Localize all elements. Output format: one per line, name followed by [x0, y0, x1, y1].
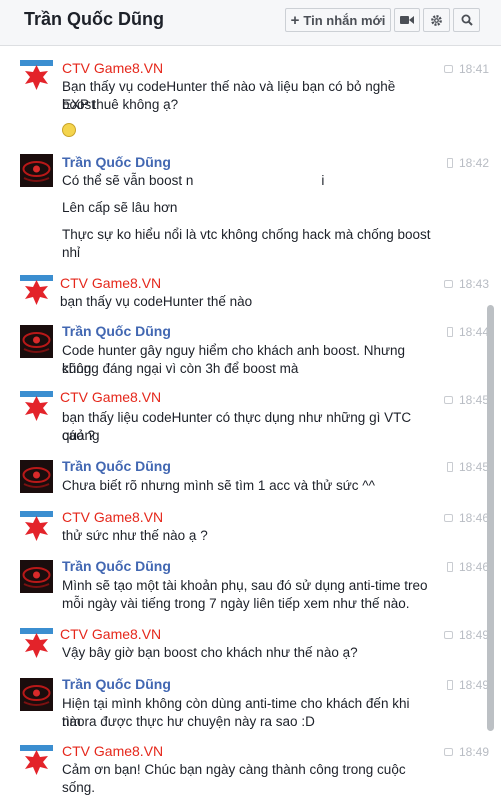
- sender-name[interactable]: CTV Game8.VN: [62, 743, 163, 759]
- message-text: Mình sẽ tạo một tài khoản phụ, sau đó sử…: [62, 578, 428, 593]
- sender-name[interactable]: Trần Quốc Dũng: [62, 558, 171, 574]
- message-time: 18:46: [446, 560, 489, 574]
- video-call-button[interactable]: [394, 8, 420, 32]
- conversation-header: Trần Quốc Dũng + Tin nhắn mới: [0, 0, 501, 46]
- phone-icon: [446, 680, 453, 690]
- tqd-avatar: [20, 154, 53, 187]
- sender-name[interactable]: CTV Game8.VN: [60, 275, 161, 291]
- video-camera-icon: [400, 16, 414, 24]
- chat-icon: [443, 631, 453, 639]
- message-time: 18:43: [443, 277, 489, 291]
- chat-icon: [443, 396, 453, 404]
- message-text: Có thể sẽ vẫn boost ni: [62, 173, 325, 188]
- chat-icon: [443, 514, 453, 522]
- sender-name[interactable]: Trần Quốc Dũng: [62, 676, 171, 692]
- message-time: 18:42: [446, 156, 489, 170]
- phone-icon: [446, 562, 453, 572]
- message-text: bạn thấy vụ codeHunter thế nào: [60, 294, 253, 309]
- search-icon: [461, 14, 473, 26]
- new-message-button[interactable]: + Tin nhắn mới: [285, 8, 391, 32]
- ctv-avatar: [20, 60, 53, 93]
- ctv-avatar: [20, 628, 53, 661]
- chat-icon: [443, 65, 453, 73]
- message-time: 18:49: [443, 628, 489, 642]
- message-text: Cảm ơn bạn! Chúc bạn ngày càng thành côn…: [62, 762, 406, 795]
- message-text: Chưa biết rõ nhưng mình sẽ tìm 1 acc và …: [62, 478, 375, 493]
- sender-name[interactable]: CTV Game8.VN: [60, 626, 161, 642]
- sender-name[interactable]: CTV Game8.VN: [62, 60, 163, 76]
- sender-name[interactable]: Trần Quốc Dũng: [62, 154, 171, 170]
- new-message-label: Tin nhắn mới: [303, 12, 386, 28]
- message-text: Vậy bây giờ bạn boost cho khách như thế …: [62, 645, 358, 660]
- sender-name[interactable]: CTV Game8.VN: [60, 389, 161, 405]
- phone-icon: [446, 462, 453, 472]
- message-text: thử sức như thế nào ạ ?: [62, 528, 208, 543]
- message-time: 18:46: [443, 511, 489, 525]
- tqd-avatar: [20, 678, 53, 711]
- message-text: cáo ?: [62, 428, 96, 443]
- message-text: tìm ra được thực hư chuyện này ra sao :D: [62, 714, 315, 729]
- message-time: 18:45: [446, 460, 489, 474]
- message-text: EXP thuê không ạ?: [62, 97, 179, 112]
- smiley-emoji-icon: [62, 123, 76, 137]
- message-time: 18:45: [443, 393, 489, 407]
- plus-icon: +: [290, 11, 300, 29]
- phone-icon: [446, 327, 453, 337]
- message-text: Lên cấp sẽ lâu hơn: [62, 200, 178, 215]
- tqd-avatar: [20, 460, 53, 493]
- sender-name[interactable]: CTV Game8.VN: [62, 509, 163, 525]
- message-time: 18:49: [443, 745, 489, 759]
- message-text: nhỉ: [62, 245, 81, 260]
- message-text: không đáng ngại vì còn 3h để boost mà: [62, 361, 299, 376]
- ctv-avatar: [20, 275, 53, 308]
- gear-icon: [431, 14, 442, 26]
- conversation-title: Trần Quốc Dũng: [24, 9, 165, 29]
- sender-name[interactable]: Trần Quốc Dũng: [62, 458, 171, 474]
- message-text: Thực sự ko hiểu nổi là vtc không chống h…: [62, 227, 431, 242]
- message-time: 18:44: [446, 325, 489, 339]
- message-time: 18:41: [443, 62, 489, 76]
- sender-name[interactable]: Trần Quốc Dũng: [62, 323, 171, 339]
- message-text: mỗi ngày vài tiếng trong 7 ngày liên tiế…: [62, 596, 410, 611]
- search-button[interactable]: [453, 8, 480, 32]
- chat-icon: [443, 748, 453, 756]
- scrollbar-thumb[interactable]: [487, 305, 494, 731]
- tqd-avatar: [20, 325, 53, 358]
- tqd-avatar: [20, 560, 53, 593]
- settings-button[interactable]: [423, 8, 450, 32]
- phone-icon: [446, 158, 453, 168]
- ctv-avatar: [20, 391, 53, 424]
- ctv-avatar: [20, 745, 53, 778]
- ctv-avatar: [20, 511, 53, 544]
- chat-icon: [443, 280, 453, 288]
- message-list[interactable]: CTV Game8.VN 18:41 Bạn thấy vụ codeHunte…: [0, 46, 501, 795]
- message-time: 18:49: [446, 678, 489, 692]
